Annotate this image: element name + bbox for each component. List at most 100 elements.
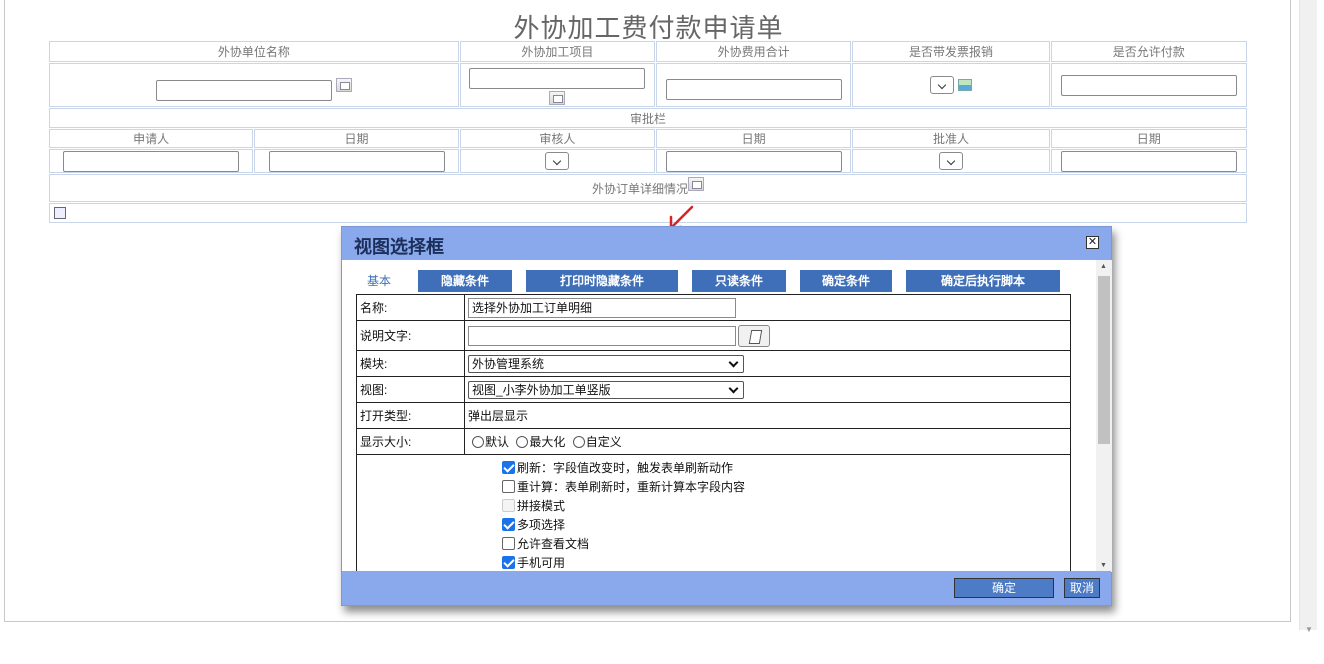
apply-date-input[interactable] <box>268 150 445 172</box>
checkbox-checked-icon[interactable] <box>502 461 515 474</box>
invoice-select[interactable] <box>930 76 955 94</box>
checkbox-concat-mode: 拼接模式 <box>502 497 1070 516</box>
header-review-date: 日期 <box>655 129 852 148</box>
description-input[interactable] <box>468 325 736 346</box>
checkbox-checked-icon[interactable] <box>502 556 515 569</box>
checkbox-mobile[interactable]: 手机可用 <box>502 554 1070 572</box>
size-maximize-label: 最大化 <box>529 435 566 449</box>
scroll-down-icon[interactable]: ▼ <box>1100 562 1107 569</box>
checkbox-unchecked-icon[interactable] <box>502 480 515 493</box>
approver-cell <box>852 149 1050 173</box>
tab-print-hide-condition[interactable]: 打印时隐藏条件 <box>526 270 678 292</box>
dialog-body: 基本 隐藏条件 打印时隐藏条件 只读条件 确定条件 确定后执行脚本 名称: 选择… <box>342 260 1112 572</box>
checkbox-label: 刷新：字段值改变时，触发表单刷新动作 <box>517 461 734 475</box>
approve-date-cell <box>1050 149 1247 173</box>
dialog-scrollbar[interactable]: ▲ ▼ <box>1096 260 1112 572</box>
options-list: 刷新：字段值改变时，触发表单刷新动作 重计算：表单刷新时，重新计算本字段内容 拼… <box>356 454 1071 572</box>
header-total-cost: 外协费用合计 <box>655 41 852 62</box>
page-scrollbar[interactable]: ▼ <box>1299 0 1317 634</box>
view-select[interactable]: 视图_小李外协加工单竖版 <box>468 380 744 399</box>
header-allow-payment: 是否允许付款 <box>1050 41 1247 62</box>
name-label: 名称: <box>356 294 465 321</box>
review-date-input[interactable] <box>665 150 842 172</box>
approval-section-title: 审批栏 <box>49 108 1247 128</box>
reviewer-select[interactable] <box>545 152 570 170</box>
tab-readonly-condition[interactable]: 只读条件 <box>692 270 786 292</box>
allow-payment-input[interactable] <box>1060 74 1237 96</box>
applicant-cell <box>49 149 254 173</box>
header-processing-item: 外协加工项目 <box>459 41 655 62</box>
size-maximize-radio[interactable] <box>516 436 529 448</box>
checkbox-label: 允许查看文档 <box>517 537 590 551</box>
properties-table: 名称: 选择外协加工订单明细 说明文字: 模块: 外协管理系统 视图: 视图_小… <box>356 294 1071 572</box>
vendor-name-input[interactable] <box>156 79 333 101</box>
header-approver: 批准人 <box>852 129 1050 148</box>
scroll-down-icon[interactable]: ▼ <box>1305 625 1313 634</box>
checkbox-allow-view-doc[interactable]: 允许查看文档 <box>502 535 1070 554</box>
dialog-header[interactable]: 视图选择框 ✕ <box>342 227 1111 260</box>
invoice-cell <box>852 63 1050 107</box>
size-default-radio[interactable] <box>472 436 484 448</box>
total-cost-cell <box>655 63 852 107</box>
checkbox-label: 手机可用 <box>517 556 566 570</box>
checkbox-refresh[interactable]: 刷新：字段值改变时，触发表单刷新动作 <box>502 459 1070 478</box>
form-table: 外协单位名称 外协加工项目 外协费用合计 是否带发票报销 是否允许付款 审批栏 … <box>48 40 1248 224</box>
apply-date-cell <box>254 149 459 173</box>
ok-button[interactable]: 确定 <box>954 578 1054 598</box>
header-reviewer: 审核人 <box>459 129 655 148</box>
header-invoice: 是否带发票报销 <box>852 41 1050 62</box>
size-label: 显示大小: <box>356 428 465 455</box>
scroll-up-icon[interactable]: ▲ <box>1100 263 1107 270</box>
total-cost-input[interactable] <box>665 78 842 100</box>
order-detail-label: 外协订单详细情况 <box>591 181 688 196</box>
module-label: 模块: <box>356 350 465 377</box>
approve-date-input[interactable] <box>1060 150 1237 172</box>
vendor-name-cell <box>49 63 459 107</box>
reviewer-cell <box>459 149 655 173</box>
review-date-cell <box>655 149 852 173</box>
dialog-title: 视图选择框 <box>354 237 444 258</box>
tab-basic[interactable]: 基本 <box>354 270 404 292</box>
checkbox-label: 拼接模式 <box>517 499 566 513</box>
name-input[interactable]: 选择外协加工订单明细 <box>468 297 736 318</box>
order-detail-area <box>49 203 1247 223</box>
edit-icon[interactable] <box>54 207 66 219</box>
dialog-footer: 确定 取消 <box>342 571 1111 605</box>
edit-text-icon[interactable] <box>738 324 770 347</box>
tab-post-confirm-script[interactable]: 确定后执行脚本 <box>906 270 1060 292</box>
close-icon[interactable]: ✕ <box>1086 236 1099 249</box>
cancel-button[interactable]: 取消 <box>1064 578 1100 598</box>
checkbox-multi-select[interactable]: 多项选择 <box>502 516 1070 535</box>
checkbox-label: 重计算：表单刷新时，重新计算本字段内容 <box>517 480 746 494</box>
header-vendor-name: 外协单位名称 <box>49 41 459 62</box>
item-picker-icon[interactable] <box>549 90 566 105</box>
checkbox-unchecked-icon[interactable] <box>502 537 515 550</box>
allow-payment-cell <box>1050 63 1247 107</box>
scroll-thumb[interactable] <box>1098 276 1110 444</box>
tab-confirm-condition[interactable]: 确定条件 <box>800 270 892 292</box>
open-type-value: 弹出层显示 <box>464 402 1071 429</box>
header-applicant: 申请人 <box>49 129 254 148</box>
checkbox-checked-icon[interactable] <box>502 518 515 531</box>
applicant-input[interactable] <box>63 150 240 172</box>
processing-item-cell <box>459 63 655 107</box>
checkbox-recalculate[interactable]: 重计算：表单刷新时，重新计算本字段内容 <box>502 478 1070 497</box>
size-default-label: 默认 <box>485 435 510 449</box>
checkbox-disabled-icon <box>502 499 515 512</box>
view-label: 视图: <box>356 376 465 403</box>
header-approve-date: 日期 <box>1050 129 1247 148</box>
module-select[interactable]: 外协管理系统 <box>468 354 744 373</box>
size-options: 默认 最大化 自定义 <box>464 428 1071 455</box>
size-custom-radio[interactable] <box>572 436 585 448</box>
order-picker-icon[interactable] <box>688 177 704 191</box>
tab-hide-condition[interactable]: 隐藏条件 <box>418 270 512 292</box>
checkbox-label: 多项选择 <box>517 518 566 532</box>
vendor-picker-icon[interactable] <box>335 77 352 92</box>
processing-item-input[interactable] <box>469 67 646 89</box>
open-type-label: 打开类型: <box>356 402 465 429</box>
order-detail-cell: 外协订单详细情况 <box>49 174 1247 202</box>
approver-select[interactable] <box>938 152 963 170</box>
size-custom-label: 自定义 <box>585 435 622 449</box>
description-label: 说明文字: <box>356 320 465 351</box>
image-icon[interactable] <box>957 79 972 91</box>
